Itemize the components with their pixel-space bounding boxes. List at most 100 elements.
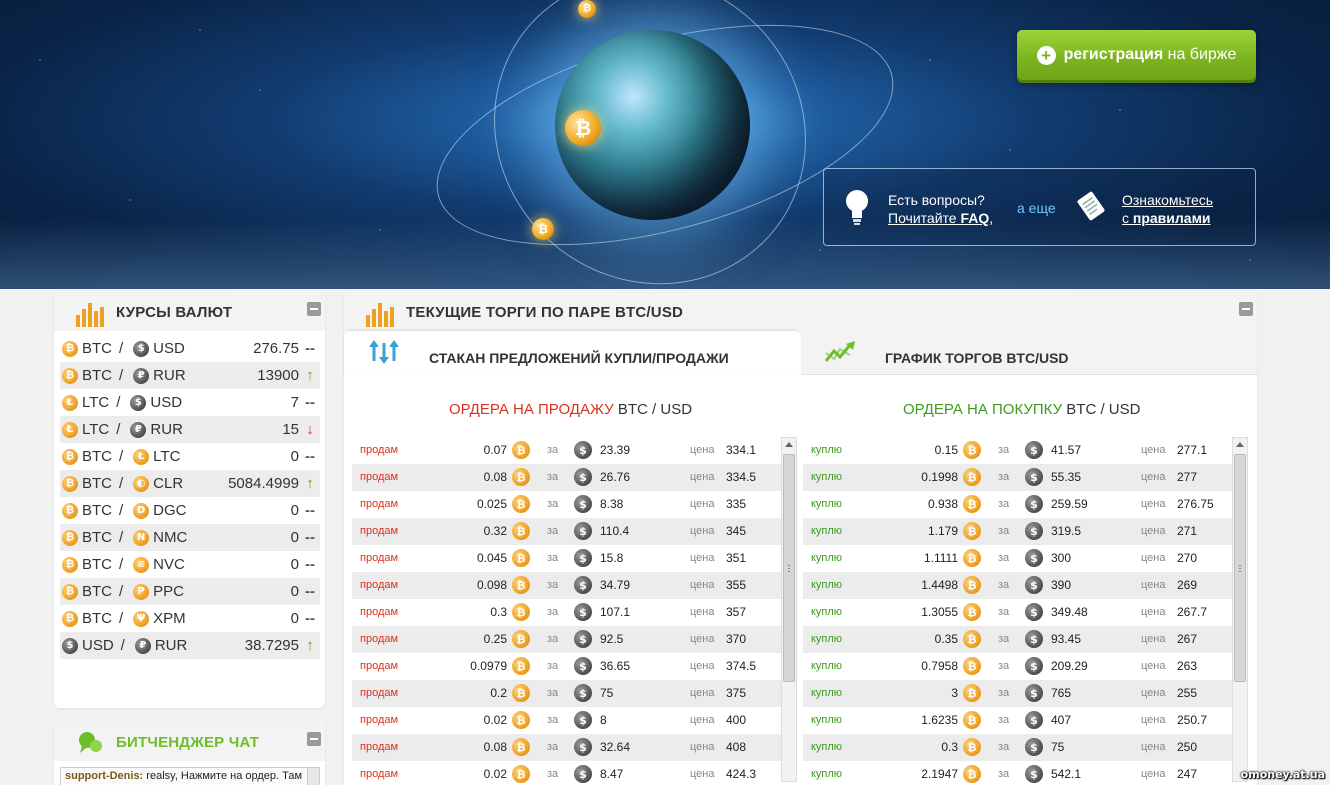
order-row[interactable]: продам 0.02 ₿ за $8 цена 400 (352, 707, 781, 734)
rate-pair: ₿ BTC / Ψ XPM (60, 610, 186, 627)
dollar-coin-icon: $ (1025, 765, 1043, 783)
order-price-label: цена (1141, 498, 1166, 510)
order-price: 271 (1177, 524, 1198, 538)
chat-username[interactable]: support-Denis: (65, 770, 143, 782)
rate-separator: / (119, 448, 124, 465)
buy-orders-scrollbar[interactable] (1232, 437, 1248, 782)
minimize-button[interactable] (307, 732, 321, 746)
rate-row[interactable]: Ł LTC / $ USD 7 -- (60, 389, 320, 416)
rate-row[interactable]: ₿ BTC / Ψ XPM 0 -- (60, 605, 320, 632)
dollar-coin-icon: $ (574, 468, 592, 486)
trend-flat-icon: -- (305, 340, 315, 357)
order-row[interactable]: продам 0.045 ₿ за $15.8 цена 351 (352, 545, 781, 572)
order-amount: 0.07 (483, 443, 507, 457)
rate-value: 0 (290, 502, 299, 519)
order-row[interactable]: продам 0.25 ₿ за $92.5 цена 370 (352, 626, 781, 653)
order-row[interactable]: куплю 0.3 ₿ за $75 цена 250 (803, 734, 1232, 761)
rate-row[interactable]: ₿ BTC / P PPC 0 -- (60, 578, 320, 605)
faq-question: Есть вопросы? (888, 192, 985, 208)
sell-orders-scrollbar[interactable] (781, 437, 797, 782)
minimize-button[interactable] (1239, 302, 1253, 316)
rules-link-line1[interactable]: Ознакомьтесь (1122, 192, 1213, 208)
scrollbar-thumb[interactable] (783, 454, 795, 682)
order-row[interactable]: продам 0.02 ₿ за $8.47 цена 424.3 (352, 761, 781, 785)
dollar-coin-icon: $ (574, 603, 592, 621)
order-row[interactable]: продам 0.098 ₿ за $34.79 цена 355 (352, 572, 781, 599)
rate-row[interactable]: Ł LTC / ₽ RUR 15 ↓ (60, 416, 320, 443)
rules-link[interactable]: с правилами (1122, 210, 1211, 226)
order-row[interactable]: куплю 0.15 ₿ за $41.57 цена 277.1 (803, 437, 1232, 464)
order-for-label: за (998, 525, 1010, 537)
order-price-label: цена (1141, 714, 1166, 726)
scrollbar-thumb[interactable] (1234, 454, 1246, 682)
order-total: 319.5 (1051, 524, 1082, 538)
order-row[interactable]: куплю 0.938 ₿ за $259.59 цена 276.75 (803, 491, 1232, 518)
bitcoin-coin-icon: ₿ (62, 583, 78, 600)
order-total: 92.5 (600, 632, 624, 646)
order-for-label: за (547, 525, 559, 537)
order-row[interactable]: куплю 0.35 ₿ за $93.45 цена 267 (803, 626, 1232, 653)
order-price-label: цена (690, 525, 715, 537)
tab-chart[interactable]: ГРАФИК ТОРГОВ BTC/USD (801, 331, 1257, 375)
order-amount: 1.179 (927, 524, 958, 538)
order-row[interactable]: куплю 2.1947 ₿ за $542.1 цена 247 (803, 761, 1232, 785)
order-type: куплю (811, 714, 843, 726)
order-for-label: за (998, 741, 1010, 753)
dollar-coin-icon: $ (1025, 657, 1043, 675)
order-row[interactable]: куплю 1.179 ₿ за $319.5 цена 271 (803, 518, 1232, 545)
order-type: продам (360, 768, 399, 780)
trend-flat-icon: -- (305, 610, 315, 627)
rate-row[interactable]: ₿ BTC / D DGC 0 -- (60, 497, 320, 524)
order-for-label: за (998, 606, 1010, 618)
order-row[interactable]: куплю 3 ₿ за $765 цена 255 (803, 680, 1232, 707)
order-row[interactable]: продам 0.08 ₿ за $32.64 цена 408 (352, 734, 781, 761)
order-row[interactable]: продам 0.08 ₿ за $26.76 цена 334.5 (352, 464, 781, 491)
order-price: 375 (726, 686, 747, 700)
rate-row[interactable]: ₿ BTC / N NMC 0 -- (60, 524, 320, 551)
order-price: 357 (726, 605, 747, 619)
order-total: 8.47 (600, 767, 624, 781)
rate-row[interactable]: ₿ BTC / Ł LTC 0 -- (60, 443, 320, 470)
order-row[interactable]: куплю 1.3055 ₿ за $349.48 цена 267.7 (803, 599, 1232, 626)
minimize-button[interactable] (307, 302, 321, 316)
order-row[interactable]: куплю 1.4498 ₿ за $390 цена 269 (803, 572, 1232, 599)
faq-text: Есть вопросы? Почитайте FAQ, (888, 192, 994, 226)
header-banner: ₿ ₿ ₿ + регистрация на бирже Есть вопрос… (0, 0, 1330, 289)
dollar-coin-icon: $ (574, 657, 592, 675)
order-row[interactable]: продам 0.3 ₿ за $107.1 цена 357 (352, 599, 781, 626)
rate-row[interactable]: ₿ BTC / $ USD 276.75 -- (60, 335, 320, 362)
order-amount: 3 (951, 686, 958, 700)
rate-row[interactable]: ₿ BTC / ≡ NVC 0 -- (60, 551, 320, 578)
rate-separator: / (119, 502, 124, 519)
order-row[interactable]: куплю 1.1111 ₿ за $300 цена 270 (803, 545, 1232, 572)
rate-row[interactable]: $ USD / ₽ RUR 38.7295 ↑ (60, 632, 320, 659)
bitcoin-coin-icon: ₿ (512, 711, 530, 729)
scroll-up-arrow-icon[interactable] (1236, 442, 1244, 447)
register-button[interactable]: + регистрация на бирже (1017, 30, 1256, 80)
chat-scrollbar[interactable] (307, 768, 319, 785)
order-for-label: за (547, 579, 559, 591)
order-type: продам (360, 525, 399, 537)
order-row[interactable]: продам 0.07 ₿ за $23.39 цена 334.1 (352, 437, 781, 464)
rate-row[interactable]: ₿ BTC / ◐ CLR 5084.4999 ↑ (60, 470, 320, 497)
order-row[interactable]: продам 0.0979 ₿ за $36.65 цена 374.5 (352, 653, 781, 680)
scroll-up-arrow-icon[interactable] (785, 442, 793, 447)
order-price-label: цена (1141, 633, 1166, 645)
order-total: 23.39 (600, 443, 631, 457)
order-row[interactable]: куплю 0.7958 ₿ за $209.29 цена 263 (803, 653, 1232, 680)
order-type: куплю (811, 606, 843, 618)
order-price: 270 (1177, 551, 1198, 565)
order-for-label: за (998, 552, 1010, 564)
order-price: 250.7 (1177, 713, 1208, 727)
rate-row[interactable]: ₿ BTC / ₽ RUR 13900 ↑ (60, 362, 320, 389)
tab-orderbook[interactable]: СТАКАН ПРЕДЛОЖЕНИЙ КУПЛИ/ПРОДАЖИ (344, 331, 801, 375)
order-row[interactable]: продам 0.32 ₿ за $110.4 цена 345 (352, 518, 781, 545)
plus-icon: + (1036, 45, 1056, 65)
order-row[interactable]: куплю 1.6235 ₿ за $407 цена 250.7 (803, 707, 1232, 734)
order-row[interactable]: продам 0.2 ₿ за $75 цена 375 (352, 680, 781, 707)
order-row[interactable]: куплю 0.1998 ₿ за $55.35 цена 277 (803, 464, 1232, 491)
faq-link[interactable]: Почитайте FAQ (888, 210, 989, 226)
rate-value: 13900 (257, 367, 299, 384)
novacoin-coin-icon: ≡ (133, 556, 150, 573)
order-row[interactable]: продам 0.025 ₿ за $8.38 цена 335 (352, 491, 781, 518)
